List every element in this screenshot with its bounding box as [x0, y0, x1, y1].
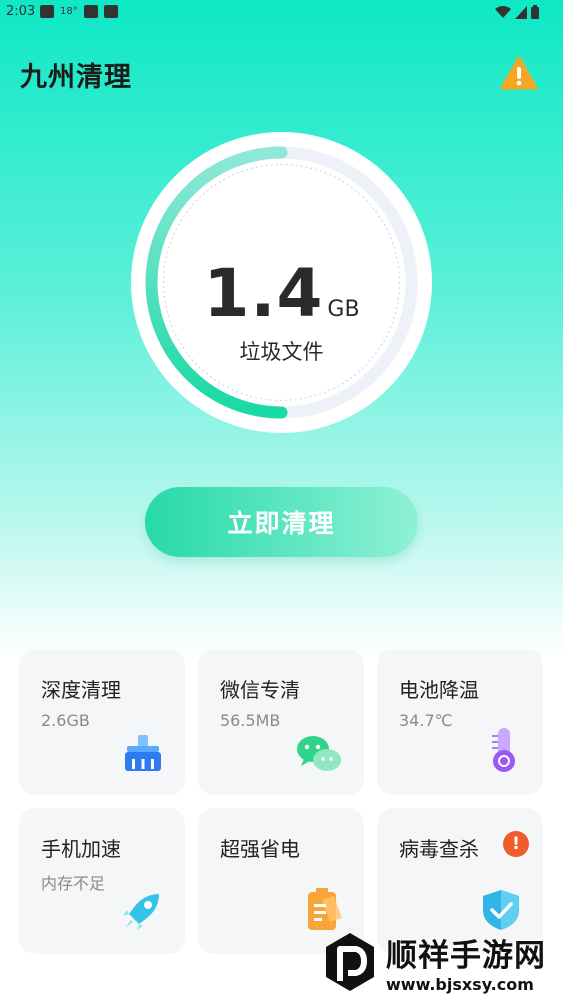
thermometer-icon — [492, 728, 515, 772]
notification-icon — [40, 5, 54, 18]
notification-icon — [83, 5, 98, 18]
alert-badge: ! — [503, 831, 529, 857]
wifi-icon — [495, 5, 511, 18]
signal-icon — [515, 5, 527, 19]
junk-size: 1.4 GB — [0, 255, 563, 332]
status-time: 2:03 — [6, 4, 36, 19]
card-subtitle: 56.5MB — [220, 711, 281, 730]
card-title: 微信专清 — [220, 678, 300, 702]
status-temperature: 18° — [60, 6, 78, 17]
card-title: 手机加速 — [41, 837, 121, 861]
warning-icon[interactable] — [500, 56, 538, 90]
battery-status-icon — [531, 5, 539, 19]
card-subtitle: 34.7℃ — [399, 711, 453, 730]
notification-icon — [103, 5, 118, 18]
card-deep-clean[interactable]: 深度清理 2.6GB — [19, 649, 185, 795]
card-wechat-clean[interactable]: 微信专清 56.5MB — [198, 649, 364, 795]
junk-size-unit: GB — [327, 297, 360, 322]
card-battery-cooling[interactable]: 电池降温 34.7℃ — [377, 649, 543, 795]
site-watermark: 顺祥手游网 www.bjsxsy.com — [320, 924, 563, 1000]
status-notification-icons: 18° — [40, 5, 118, 18]
card-subtitle: 2.6GB — [41, 711, 90, 730]
status-system-icons — [495, 5, 539, 19]
rocket-icon — [123, 894, 159, 930]
card-title: 深度清理 — [41, 678, 121, 702]
junk-size-value: 1.4 — [203, 255, 324, 332]
card-title: 病毒查杀 — [399, 837, 479, 861]
wechat-icon — [297, 736, 341, 771]
watermark-logo-icon — [326, 933, 374, 991]
watermark-name: 顺祥手游网 — [386, 938, 546, 974]
card-title: 超强省电 — [220, 837, 300, 861]
watermark-url: www.bjsxsy.com — [386, 975, 534, 994]
clean-now-button[interactable]: 立即清理 — [145, 487, 418, 557]
junk-label: 垃圾文件 — [239, 340, 324, 364]
app-title: 九州清理 — [20, 62, 132, 93]
status-bar: 2:03 18° — [0, 0, 563, 24]
card-title: 电池降温 — [399, 678, 479, 702]
broom-icon — [125, 735, 161, 771]
card-phone-boost[interactable]: 手机加速 内存不足 — [19, 808, 185, 954]
card-subtitle: 内存不足 — [41, 874, 106, 893]
